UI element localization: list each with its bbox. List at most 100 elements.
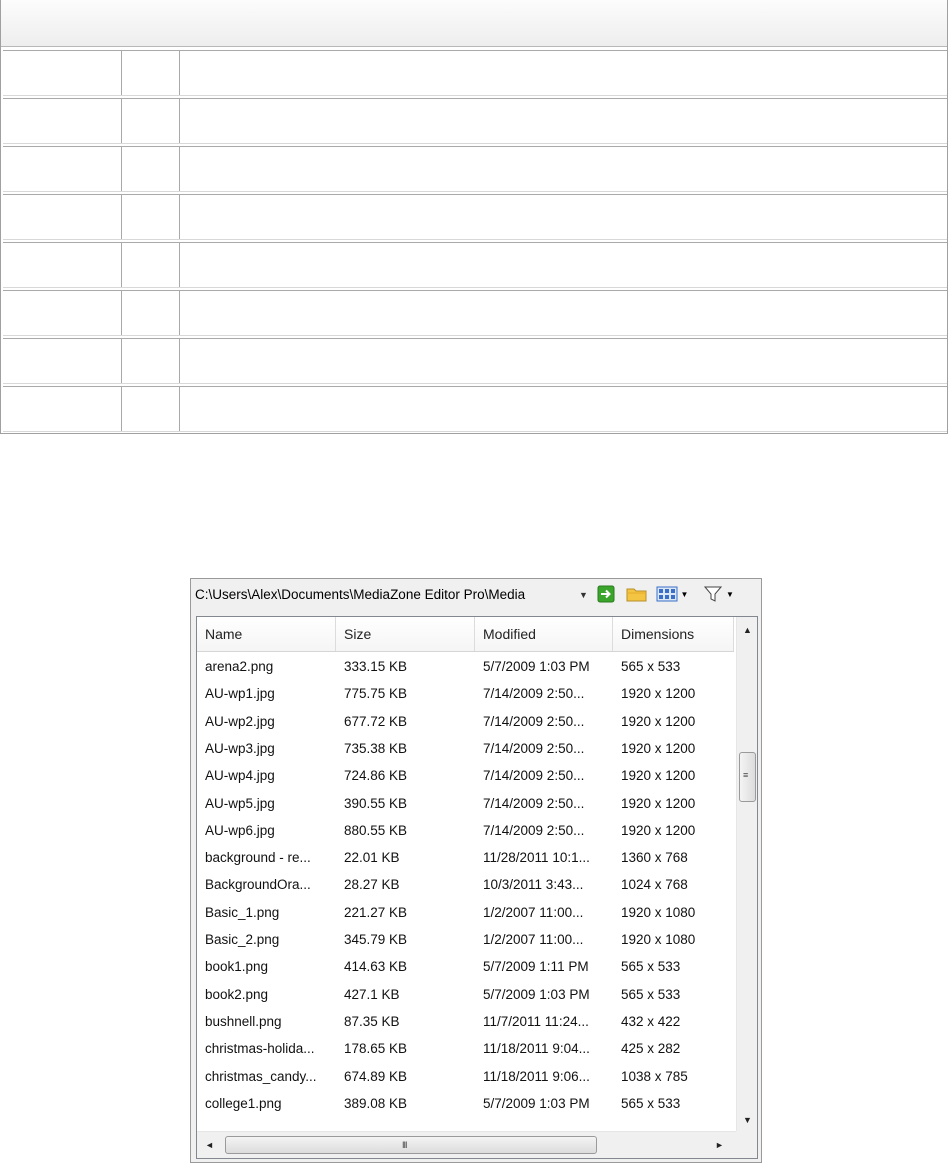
file-dimensions: 425 x 282 [621, 1041, 681, 1057]
file-row[interactable]: christmas_candy... 674.89 KB 11/18/2011 9:… [197, 1063, 734, 1090]
grid-cell[interactable] [180, 291, 947, 335]
grid-row[interactable] [3, 290, 947, 336]
grid-cell[interactable] [122, 147, 180, 191]
file-list[interactable]: Name Size Modified Dimensions arena2.png… [196, 616, 758, 1159]
file-row[interactable]: background - re... 22.01 KB 11/28/2011 10:… [197, 844, 734, 871]
file-row[interactable]: AU-wp2.jpg 677.72 KB 7/14/2009 2:50... 1920… [197, 708, 734, 735]
file-dimensions: 1024 x 768 [621, 877, 688, 893]
grid-row[interactable] [3, 242, 947, 288]
horizontal-scrollbar[interactable]: ◄ III ► [197, 1131, 738, 1158]
file-row[interactable]: christmas-holida... 178.65 KB 11/18/2011 9… [197, 1035, 734, 1062]
filter-button[interactable]: ▼ [699, 584, 739, 604]
file-name: christmas_candy... [205, 1068, 317, 1084]
file-size: 28.27 KB [344, 877, 400, 893]
grid-cell[interactable] [122, 291, 180, 335]
file-row[interactable]: BackgroundOra... 28.27 KB 10/3/2011 3:43..… [197, 871, 734, 898]
grid-row[interactable] [3, 50, 947, 96]
grid-cell[interactable] [180, 387, 947, 431]
file-dimensions: 565 x 533 [621, 1095, 681, 1111]
grid-cell[interactable] [180, 147, 947, 191]
grid-cell[interactable] [122, 195, 180, 239]
grid-cell[interactable] [122, 387, 180, 431]
grid-row[interactable] [3, 386, 947, 432]
grid-row[interactable] [3, 338, 947, 384]
grid-cell[interactable] [3, 51, 122, 95]
file-name: BackgroundOra... [205, 877, 311, 893]
file-name: AU-wp3.jpg [205, 740, 275, 756]
grid-cell[interactable] [180, 51, 947, 95]
view-mode-button[interactable]: ▼ [655, 584, 689, 604]
grid-row[interactable] [3, 194, 947, 240]
grid-cell[interactable] [3, 147, 122, 191]
grid-cell[interactable] [122, 243, 180, 287]
scroll-down-arrow[interactable]: ▼ [743, 1115, 752, 1125]
path-combobox[interactable]: C:\Users\Alex\Documents\MediaZone Editor… [195, 585, 590, 605]
grid-cell[interactable] [180, 339, 947, 383]
folder-icon [626, 588, 647, 602]
file-browser-panel: C:\Users\Alex\Documents\MediaZone Editor… [190, 578, 762, 1163]
file-name: bushnell.png [205, 1013, 282, 1029]
grid-cell[interactable] [3, 387, 122, 431]
view-dropdown-arrow-icon: ▼ [680, 589, 689, 599]
grid-row[interactable] [3, 98, 947, 144]
data-grid [0, 0, 948, 434]
go-button[interactable] [595, 584, 617, 604]
file-row[interactable]: college1.png 389.08 KB 5/7/2009 1:03 PM 565… [197, 1090, 734, 1117]
file-row[interactable]: AU-wp4.jpg 724.86 KB 7/14/2009 2:50... 1920… [197, 762, 734, 789]
grid-cell[interactable] [180, 99, 947, 143]
grid-cell[interactable] [3, 195, 122, 239]
grid-cell[interactable] [122, 51, 180, 95]
scroll-left-arrow[interactable]: ◄ [205, 1140, 214, 1150]
file-name: christmas-holida... [205, 1041, 315, 1057]
file-row[interactable]: AU-wp1.jpg 775.75 KB 7/14/2009 2:50... 1920… [197, 680, 734, 707]
grid-cell[interactable] [3, 339, 122, 383]
grid-cell[interactable] [3, 243, 122, 287]
scrollbar-corner [736, 1131, 757, 1158]
file-row[interactable]: AU-wp6.jpg 880.55 KB 7/14/2009 2:50... 1920… [197, 817, 734, 844]
file-modified: 1/2/2007 11:00... [483, 932, 584, 947]
file-dimensions: 565 x 533 [621, 659, 681, 674]
file-row[interactable]: AU-wp5.jpg 390.55 KB 7/14/2009 2:50... 1920… [197, 790, 734, 817]
file-row[interactable]: AU-wp3.jpg 735.38 KB 7/14/2009 2:50... 1920… [197, 735, 734, 762]
column-header-name[interactable]: Name [197, 617, 336, 651]
vertical-scroll-thumb[interactable]: ≡ [739, 752, 756, 802]
file-name: book2.png [205, 986, 269, 1002]
horizontal-scroll-thumb[interactable]: III [225, 1136, 597, 1154]
path-text[interactable]: C:\Users\Alex\Documents\MediaZone Editor… [195, 585, 569, 605]
file-name: AU-wp1.jpg [205, 686, 275, 702]
file-row[interactable]: arena2.png 333.15 KB 5/7/2009 1:03 PM 565 x… [197, 653, 734, 680]
file-dimensions: 565 x 533 [621, 986, 681, 1002]
grid-cell[interactable] [122, 339, 180, 383]
filter-icon [704, 586, 723, 602]
column-header-size[interactable]: Size [336, 617, 475, 651]
grid-header [1, 0, 947, 47]
path-dropdown-arrow[interactable]: ▼ [579, 585, 588, 605]
file-modified: 7/14/2009 2:50... [483, 822, 585, 838]
file-row[interactable]: book2.png 427.1 KB 5/7/2009 1:03 PM 565 x 5… [197, 981, 734, 1008]
grid-cell[interactable] [122, 99, 180, 143]
file-row[interactable]: book1.png 414.63 KB 5/7/2009 1:11 PM 565 x … [197, 953, 734, 980]
grid-row[interactable] [3, 146, 947, 192]
green-arrow-icon [597, 585, 615, 603]
grid-cell[interactable] [3, 99, 122, 143]
file-size: 414.63 KB [344, 959, 408, 975]
file-row[interactable]: bushnell.png 87.35 KB 11/7/2011 11:24... 43… [197, 1008, 734, 1035]
file-size: 333.15 KB [344, 659, 408, 674]
vertical-scrollbar[interactable]: ▲ ≡ ▼ [736, 617, 757, 1131]
file-size: 345.79 KB [344, 932, 408, 947]
grid-cell[interactable] [3, 291, 122, 335]
column-header-modified[interactable]: Modified [475, 617, 613, 651]
file-dimensions: 1920 x 1080 [621, 904, 696, 920]
grid-cell[interactable] [180, 243, 947, 287]
column-header-dimensions[interactable]: Dimensions [613, 617, 734, 651]
grid-cell[interactable] [180, 195, 947, 239]
file-row[interactable]: Basic_2.png 345.79 KB 1/2/2007 11:00... 192… [197, 926, 734, 953]
scroll-right-arrow[interactable]: ► [715, 1140, 724, 1150]
file-dimensions: 1920 x 1080 [621, 932, 696, 947]
file-row[interactable]: Basic_1.png 221.27 KB 1/2/2007 11:00... 192… [197, 899, 734, 926]
file-size: 87.35 KB [344, 1013, 400, 1029]
file-name: AU-wp5.jpg [205, 795, 275, 811]
file-size: 390.55 KB [344, 795, 408, 811]
scroll-up-arrow[interactable]: ▲ [743, 625, 752, 635]
open-folder-button[interactable] [625, 584, 649, 604]
